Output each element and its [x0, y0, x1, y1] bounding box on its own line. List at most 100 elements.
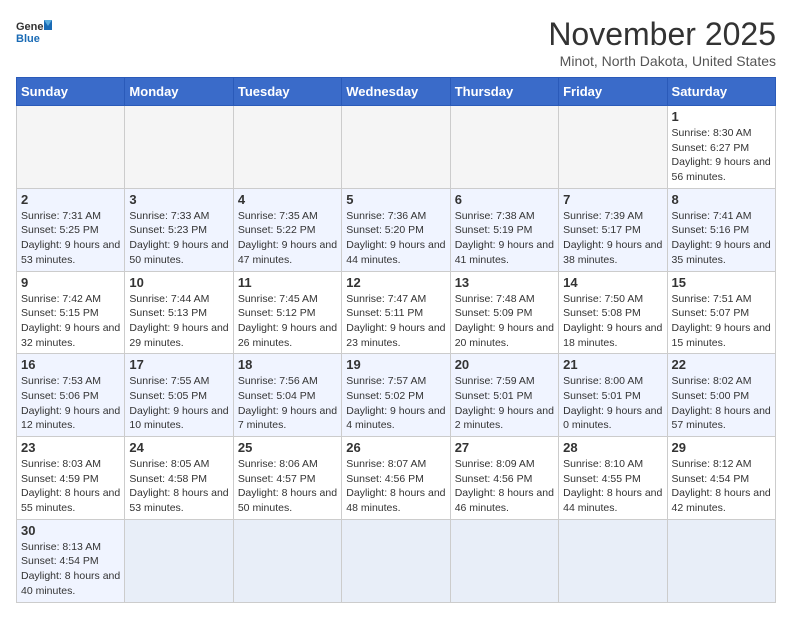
calendar-day-cell: 12 Sunrise: 7:47 AM Sunset: 5:11 PM Dayli…	[342, 271, 450, 354]
day-number: 21	[563, 357, 662, 372]
location-title: Minot, North Dakota, United States	[548, 53, 776, 69]
day-number: 11	[238, 275, 337, 290]
day-info: Sunrise: 7:39 AM Sunset: 5:17 PM Dayligh…	[563, 209, 662, 268]
title-block: November 2025 Minot, North Dakota, Unite…	[548, 16, 776, 69]
day-info: Sunrise: 7:35 AM Sunset: 5:22 PM Dayligh…	[238, 209, 337, 268]
day-number: 15	[672, 275, 771, 290]
day-number: 20	[455, 357, 554, 372]
calendar-week-row: 23Sunrise: 8:03 AM Sunset: 4:59 PM Dayli…	[17, 437, 776, 520]
calendar-day-cell: 18 Sunrise: 7:56 AM Sunset: 5:04 PM Dayli…	[233, 354, 341, 437]
calendar-day-cell: 29Sunrise: 8:12 AM Sunset: 4:54 PM Dayli…	[667, 437, 775, 520]
day-info: Sunrise: 7:42 AM Sunset: 5:15 PM Dayligh…	[21, 292, 120, 351]
calendar-day-cell: 21 Sunrise: 8:00 AM Sunset: 5:01 PM Dayli…	[559, 354, 667, 437]
day-number: 14	[563, 275, 662, 290]
day-info: Sunrise: 7:33 AM Sunset: 5:23 PM Dayligh…	[129, 209, 228, 268]
calendar-day-cell	[342, 106, 450, 189]
calendar-day-cell: 19Sunrise: 7:57 AM Sunset: 5:02 PM Dayli…	[342, 354, 450, 437]
calendar-day-cell: 20 Sunrise: 7:59 AM Sunset: 5:01 PM Dayli…	[450, 354, 558, 437]
day-number: 28	[563, 440, 662, 455]
calendar-day-cell: 15Sunrise: 7:51 AM Sunset: 5:07 PM Dayli…	[667, 271, 775, 354]
calendar-week-row: 16 Sunrise: 7:53 AM Sunset: 5:06 PM Dayli…	[17, 354, 776, 437]
day-number: 2	[21, 192, 120, 207]
calendar-day-cell	[17, 106, 125, 189]
day-number: 23	[21, 440, 120, 455]
day-number: 27	[455, 440, 554, 455]
calendar-table: Sunday Monday Tuesday Wednesday Thursday…	[16, 77, 776, 603]
calendar-day-cell	[125, 106, 233, 189]
calendar-day-cell: 7Sunrise: 7:39 AM Sunset: 5:17 PM Daylig…	[559, 188, 667, 271]
calendar-week-row: 9Sunrise: 7:42 AM Sunset: 5:15 PM Daylig…	[17, 271, 776, 354]
day-info: Sunrise: 7:50 AM Sunset: 5:08 PM Dayligh…	[563, 292, 662, 351]
calendar-day-cell: 4 Sunrise: 7:35 AM Sunset: 5:22 PM Daylig…	[233, 188, 341, 271]
calendar-day-cell: 27 Sunrise: 8:09 AM Sunset: 4:56 PM Dayli…	[450, 437, 558, 520]
day-number: 18	[238, 357, 337, 372]
day-info: Sunrise: 7:38 AM Sunset: 5:19 PM Dayligh…	[455, 209, 554, 268]
calendar-day-cell: 11 Sunrise: 7:45 AM Sunset: 5:12 PM Dayli…	[233, 271, 341, 354]
calendar-day-cell: 6 Sunrise: 7:38 AM Sunset: 5:19 PM Daylig…	[450, 188, 558, 271]
calendar-week-row: 2Sunrise: 7:31 AM Sunset: 5:25 PM Daylig…	[17, 188, 776, 271]
day-info: Sunrise: 8:09 AM Sunset: 4:56 PM Dayligh…	[455, 457, 554, 516]
day-info: Sunrise: 8:06 AM Sunset: 4:57 PM Dayligh…	[238, 457, 337, 516]
day-number: 1	[672, 109, 771, 124]
day-info: Sunrise: 7:53 AM Sunset: 5:06 PM Dayligh…	[21, 374, 120, 433]
day-info: Sunrise: 7:36 AM Sunset: 5:20 PM Dayligh…	[346, 209, 445, 268]
day-info: Sunrise: 8:00 AM Sunset: 5:01 PM Dayligh…	[563, 374, 662, 433]
calendar-week-row: 30Sunrise: 8:13 AM Sunset: 4:54 PM Dayli…	[17, 519, 776, 602]
calendar-day-cell: 9Sunrise: 7:42 AM Sunset: 5:15 PM Daylig…	[17, 271, 125, 354]
calendar-day-cell: 2Sunrise: 7:31 AM Sunset: 5:25 PM Daylig…	[17, 188, 125, 271]
calendar-day-cell: 3 Sunrise: 7:33 AM Sunset: 5:23 PM Daylig…	[125, 188, 233, 271]
header-sunday: Sunday	[17, 78, 125, 106]
day-info: Sunrise: 7:56 AM Sunset: 5:04 PM Dayligh…	[238, 374, 337, 433]
header-thursday: Thursday	[450, 78, 558, 106]
day-number: 5	[346, 192, 445, 207]
calendar-day-cell	[559, 106, 667, 189]
day-number: 10	[129, 275, 228, 290]
day-info: Sunrise: 8:10 AM Sunset: 4:55 PM Dayligh…	[563, 457, 662, 516]
day-number: 24	[129, 440, 228, 455]
calendar-day-cell: 22 Sunrise: 8:02 AM Sunset: 5:00 PM Dayli…	[667, 354, 775, 437]
calendar-day-cell: 26 Sunrise: 8:07 AM Sunset: 4:56 PM Dayli…	[342, 437, 450, 520]
day-number: 4	[238, 192, 337, 207]
calendar-day-cell: 28 Sunrise: 8:10 AM Sunset: 4:55 PM Dayli…	[559, 437, 667, 520]
svg-text:Blue: Blue	[16, 33, 40, 44]
day-info: Sunrise: 7:47 AM Sunset: 5:11 PM Dayligh…	[346, 292, 445, 351]
day-number: 22	[672, 357, 771, 372]
day-info: Sunrise: 8:02 AM Sunset: 5:00 PM Dayligh…	[672, 374, 771, 433]
day-number: 16	[21, 357, 120, 372]
day-number: 13	[455, 275, 554, 290]
day-number: 17	[129, 357, 228, 372]
day-number: 12	[346, 275, 445, 290]
calendar-day-cell	[342, 519, 450, 602]
header-wednesday: Wednesday	[342, 78, 450, 106]
day-info: Sunrise: 7:57 AM Sunset: 5:02 PM Dayligh…	[346, 374, 445, 433]
header-saturday: Saturday	[667, 78, 775, 106]
calendar-week-row: 1 Sunrise: 8:30 AM Sunset: 6:27 PM Daylig…	[17, 106, 776, 189]
day-info: Sunrise: 8:13 AM Sunset: 4:54 PM Dayligh…	[21, 540, 120, 599]
calendar-day-cell	[450, 519, 558, 602]
calendar-day-cell: 1 Sunrise: 8:30 AM Sunset: 6:27 PM Daylig…	[667, 106, 775, 189]
day-info: Sunrise: 8:05 AM Sunset: 4:58 PM Dayligh…	[129, 457, 228, 516]
day-info: Sunrise: 7:45 AM Sunset: 5:12 PM Dayligh…	[238, 292, 337, 351]
day-info: Sunrise: 8:07 AM Sunset: 4:56 PM Dayligh…	[346, 457, 445, 516]
calendar-day-cell: 10 Sunrise: 7:44 AM Sunset: 5:13 PM Dayli…	[125, 271, 233, 354]
day-info: Sunrise: 7:48 AM Sunset: 5:09 PM Dayligh…	[455, 292, 554, 351]
calendar-day-cell: 8Sunrise: 7:41 AM Sunset: 5:16 PM Daylig…	[667, 188, 775, 271]
day-number: 29	[672, 440, 771, 455]
calendar-day-cell	[233, 106, 341, 189]
day-info: Sunrise: 7:44 AM Sunset: 5:13 PM Dayligh…	[129, 292, 228, 351]
day-number: 8	[672, 192, 771, 207]
calendar-day-cell: 23Sunrise: 8:03 AM Sunset: 4:59 PM Dayli…	[17, 437, 125, 520]
day-info: Sunrise: 7:59 AM Sunset: 5:01 PM Dayligh…	[455, 374, 554, 433]
day-number: 26	[346, 440, 445, 455]
calendar-day-cell: 14 Sunrise: 7:50 AM Sunset: 5:08 PM Dayli…	[559, 271, 667, 354]
day-number: 3	[129, 192, 228, 207]
calendar-day-cell: 17Sunrise: 7:55 AM Sunset: 5:05 PM Dayli…	[125, 354, 233, 437]
calendar-day-cell	[233, 519, 341, 602]
header-monday: Monday	[125, 78, 233, 106]
calendar-day-cell: 24 Sunrise: 8:05 AM Sunset: 4:58 PM Dayli…	[125, 437, 233, 520]
day-info: Sunrise: 8:30 AM Sunset: 6:27 PM Dayligh…	[672, 126, 771, 185]
day-number: 6	[455, 192, 554, 207]
calendar-day-cell	[450, 106, 558, 189]
calendar-day-cell: 13 Sunrise: 7:48 AM Sunset: 5:09 PM Dayli…	[450, 271, 558, 354]
header-tuesday: Tuesday	[233, 78, 341, 106]
